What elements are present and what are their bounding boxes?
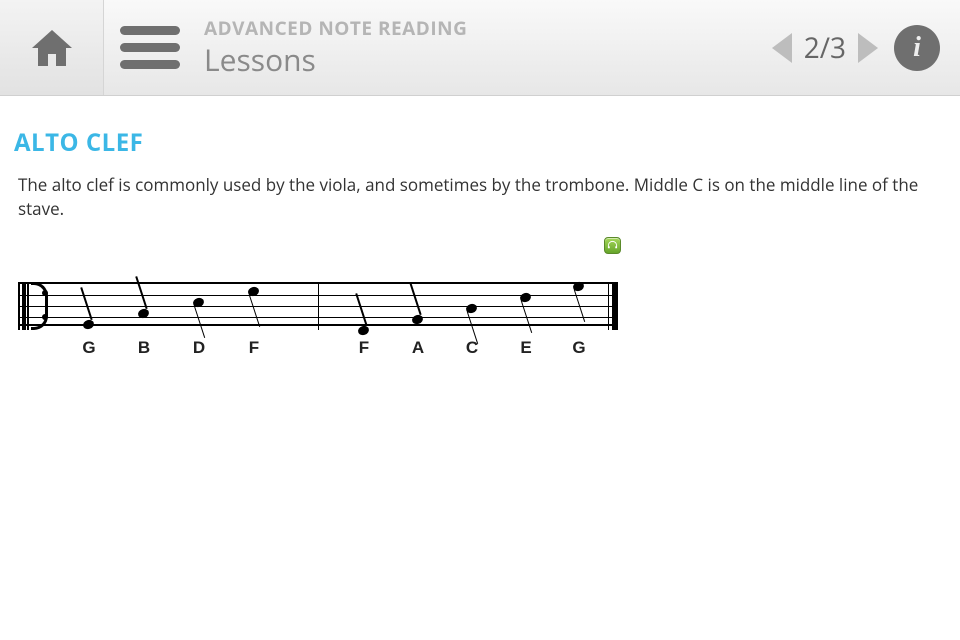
headphones-icon <box>607 240 618 251</box>
note-g <box>572 280 585 292</box>
note-a <box>411 313 424 325</box>
note-c <box>465 302 478 314</box>
note-labels-row: GBDFFACEG <box>18 338 618 368</box>
note-label: C <box>466 338 478 358</box>
staff-figure: GBDFFACEG <box>18 282 946 368</box>
note-f <box>247 285 260 297</box>
music-staff <box>18 282 618 326</box>
note-label: E <box>520 338 531 358</box>
prev-page-button[interactable] <box>772 33 792 63</box>
app-header: ADVANCED NOTE READING Lessons 2/3 i <box>0 0 960 96</box>
note-label: G <box>572 338 585 358</box>
alto-clef-icon <box>22 282 49 330</box>
note-label: F <box>359 338 369 358</box>
play-audio-button[interactable] <box>604 237 621 254</box>
note-f <box>357 324 370 336</box>
hamburger-icon <box>120 26 180 69</box>
page-indicator: 2/3 <box>804 29 846 67</box>
barline-end-thin <box>608 282 609 330</box>
lesson-description: The alto clef is commonly used by the vi… <box>18 173 946 221</box>
note-label: A <box>412 338 424 358</box>
header-title: Lessons <box>204 39 772 80</box>
header-titles: ADVANCED NOTE READING Lessons <box>196 15 772 80</box>
note-label: D <box>193 338 205 358</box>
barline-middle <box>318 282 319 330</box>
barline-start <box>18 282 20 330</box>
note-g <box>82 318 95 330</box>
note-b <box>137 307 150 319</box>
home-button[interactable] <box>0 0 104 95</box>
note-label: B <box>138 338 150 358</box>
header-eyebrow: ADVANCED NOTE READING <box>204 15 772 41</box>
info-button[interactable]: i <box>894 25 960 71</box>
info-icon: i <box>894 25 940 71</box>
menu-button[interactable] <box>104 0 196 95</box>
lesson-content: ALTO CLEF The alto clef is commonly used… <box>0 96 960 368</box>
note-d <box>192 296 205 308</box>
barline-end-thick <box>612 282 618 330</box>
home-icon <box>28 24 76 72</box>
note-label: F <box>249 338 259 358</box>
note-label: G <box>82 338 95 358</box>
next-page-button[interactable] <box>858 33 878 63</box>
lesson-heading: ALTO CLEF <box>14 126 946 159</box>
pager: 2/3 <box>772 29 894 67</box>
note-e <box>519 291 532 303</box>
